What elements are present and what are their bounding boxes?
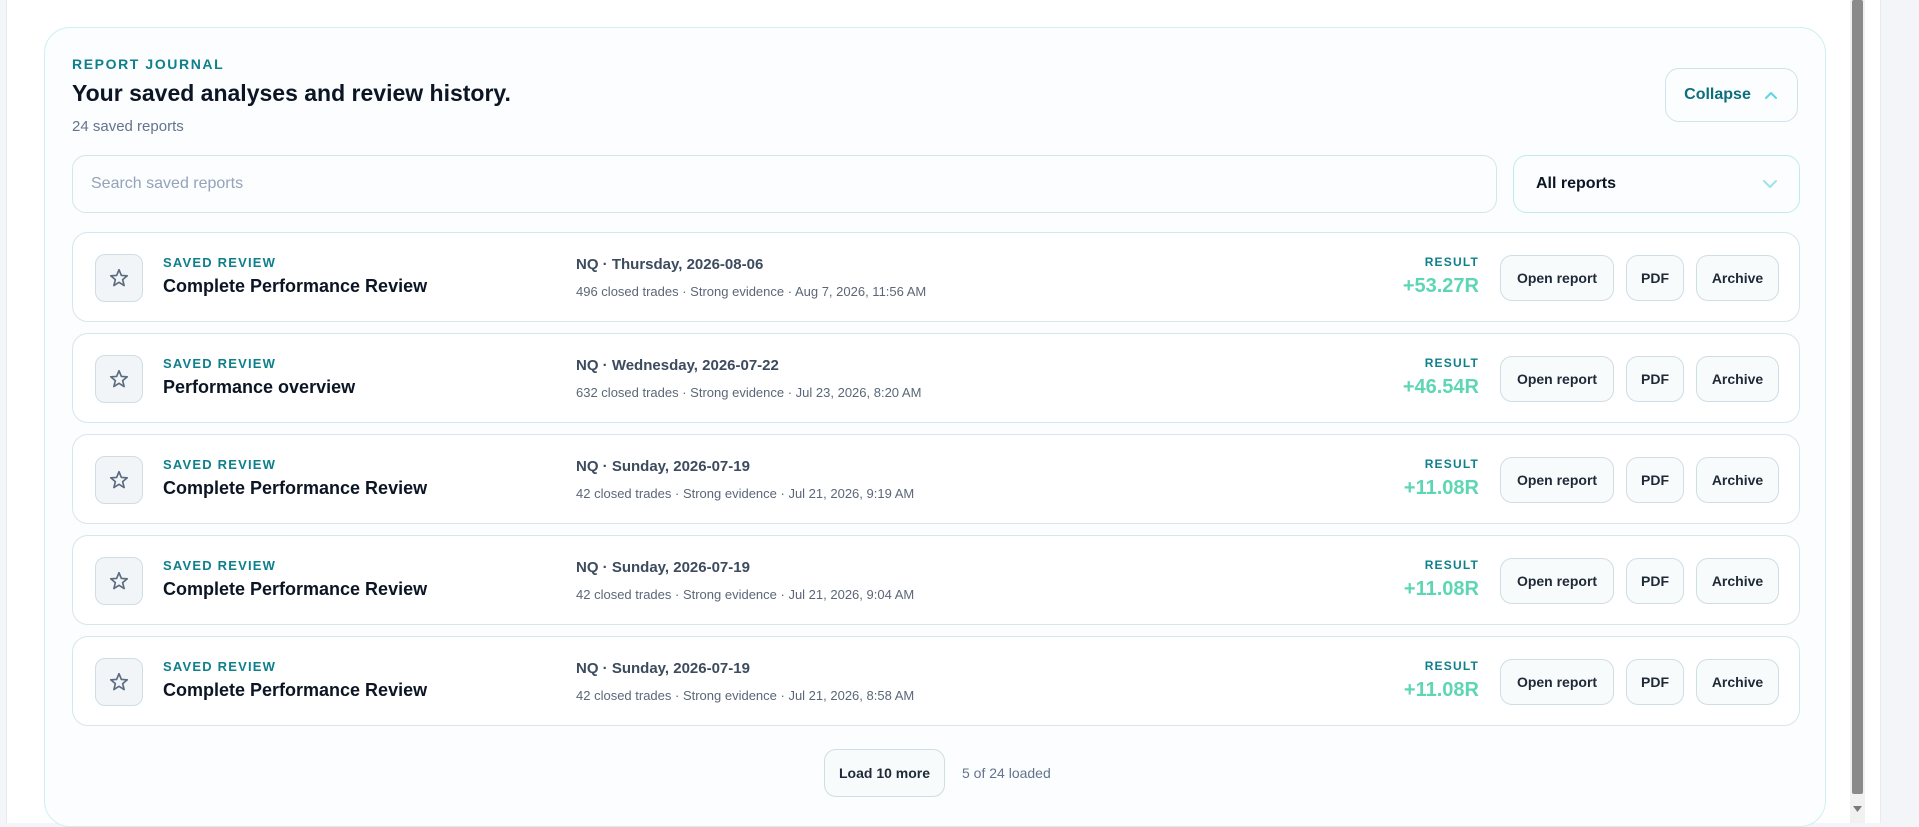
report-kind: SAVED REVIEW	[163, 356, 277, 371]
report-kind: SAVED REVIEW	[163, 457, 277, 472]
favorite-star-button[interactable]	[95, 355, 143, 403]
vertical-scrollbar[interactable]	[1850, 0, 1865, 823]
collapse-label: Collapse	[1684, 86, 1751, 103]
report-name: Complete Performance Review	[163, 579, 428, 599]
result-value: +11.08R	[1403, 477, 1479, 499]
search-input[interactable]: Search saved reports	[72, 155, 1497, 213]
report-row: SAVED REVIEW Complete Performance Review…	[72, 232, 1800, 322]
report-session: NQ · Sunday, 2026-07-19	[576, 660, 750, 677]
open-report-button[interactable]: Open report	[1500, 356, 1614, 402]
archive-button[interactable]: Archive	[1696, 356, 1779, 402]
favorite-star-button[interactable]	[95, 254, 143, 302]
star-icon	[109, 470, 129, 489]
open-report-button[interactable]: Open report	[1500, 659, 1614, 705]
result-value: +53.27R	[1402, 275, 1479, 297]
result-label: RESULT	[1424, 356, 1479, 370]
report-row: SAVED REVIEW Complete Performance Review…	[72, 434, 1800, 524]
report-filter-select[interactable]: All reports	[1513, 155, 1800, 213]
favorite-star-button[interactable]	[95, 658, 143, 706]
favorite-star-button[interactable]	[95, 557, 143, 605]
report-meta: 42 closed trades · Strong evidence · Jul…	[576, 486, 915, 501]
pdf-button[interactable]: PDF	[1626, 255, 1684, 301]
favorite-star-button[interactable]	[95, 456, 143, 504]
star-icon	[109, 571, 129, 590]
report-name: Complete Performance Review	[163, 680, 428, 700]
saved-report-count: 24 saved reports	[72, 118, 184, 135]
pdf-button[interactable]: PDF	[1626, 457, 1684, 503]
report-kind: SAVED REVIEW	[163, 255, 277, 270]
page-canvas: REPORT JOURNAL Your saved analyses and r…	[6, 0, 1881, 827]
chevron-up-icon	[1764, 92, 1777, 99]
pdf-button[interactable]: PDF	[1626, 356, 1684, 402]
scroll-thumb[interactable]	[1852, 0, 1863, 794]
report-name: Complete Performance Review	[163, 276, 428, 296]
star-icon	[109, 268, 129, 287]
archive-button[interactable]: Archive	[1696, 457, 1779, 503]
star-icon	[109, 672, 129, 691]
archive-button[interactable]: Archive	[1696, 255, 1779, 301]
result-value: +11.08R	[1403, 679, 1479, 701]
report-kind: SAVED REVIEW	[163, 659, 277, 674]
archive-button[interactable]: Archive	[1696, 558, 1779, 604]
report-list: SAVED REVIEW Complete Performance Review…	[72, 232, 1800, 737]
result-label: RESULT	[1424, 457, 1479, 471]
chevron-down-icon	[1763, 180, 1777, 188]
search-placeholder: Search saved reports	[91, 175, 244, 192]
report-session: NQ · Sunday, 2026-07-19	[576, 559, 750, 576]
open-report-button[interactable]: Open report	[1500, 558, 1614, 604]
report-journal-panel: REPORT JOURNAL Your saved analyses and r…	[44, 27, 1826, 827]
report-kind: SAVED REVIEW	[163, 558, 277, 573]
result-label: RESULT	[1424, 558, 1479, 572]
report-meta: 42 closed trades · Strong evidence · Jul…	[576, 587, 915, 602]
report-name: Complete Performance Review	[163, 478, 428, 498]
loaded-count: 5 of 24 loaded	[962, 765, 1051, 781]
page-title: Your saved analyses and review history.	[72, 80, 511, 106]
report-session: NQ · Thursday, 2026-08-06	[576, 256, 764, 273]
report-session: NQ · Wednesday, 2026-07-22	[576, 357, 779, 374]
report-name: Performance overview	[163, 377, 356, 397]
result-label: RESULT	[1424, 659, 1479, 673]
report-meta: 496 closed trades · Strong evidence · Au…	[576, 284, 927, 299]
open-report-button[interactable]: Open report	[1500, 457, 1614, 503]
filter-selected-value: All reports	[1536, 175, 1617, 192]
report-meta: 632 closed trades · Strong evidence · Ju…	[576, 385, 922, 400]
pdf-button[interactable]: PDF	[1626, 659, 1684, 705]
result-value: +11.08R	[1403, 578, 1479, 600]
report-row: SAVED REVIEW Complete Performance Review…	[72, 535, 1800, 625]
load-more-button[interactable]: Load 10 more	[824, 749, 945, 797]
result-value: +46.54R	[1402, 376, 1479, 398]
report-row: SAVED REVIEW Performance overview NQ · W…	[72, 333, 1800, 423]
scroll-down-arrow-icon[interactable]	[1852, 803, 1863, 814]
report-meta: 42 closed trades · Strong evidence · Jul…	[576, 688, 915, 703]
result-label: RESULT	[1424, 255, 1479, 269]
collapse-button[interactable]: Collapse	[1665, 68, 1798, 122]
report-session: NQ · Sunday, 2026-07-19	[576, 458, 750, 475]
section-eyebrow: REPORT JOURNAL	[72, 56, 225, 72]
open-report-button[interactable]: Open report	[1500, 255, 1614, 301]
star-icon	[109, 369, 129, 388]
report-row: SAVED REVIEW Complete Performance Review…	[72, 636, 1800, 726]
archive-button[interactable]: Archive	[1696, 659, 1779, 705]
pdf-button[interactable]: PDF	[1626, 558, 1684, 604]
